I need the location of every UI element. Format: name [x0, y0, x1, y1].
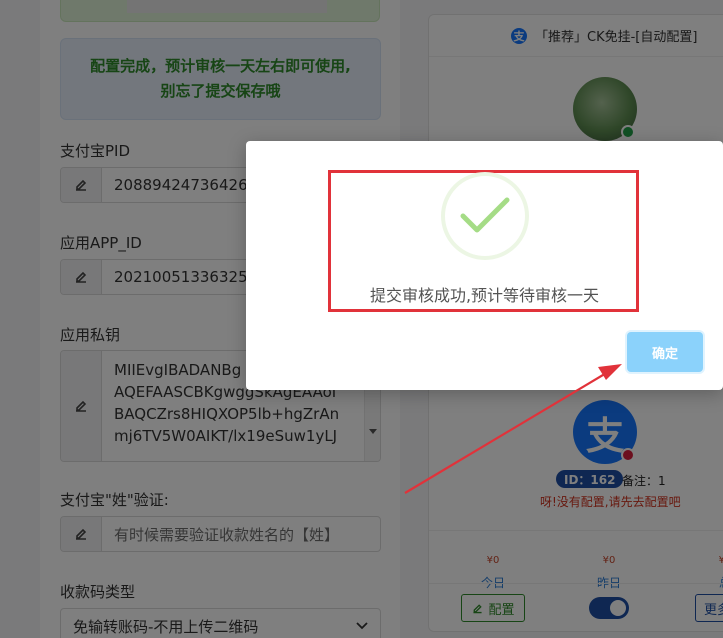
success-check-icon — [441, 172, 529, 260]
dialog-message: 提交审核成功,预计等待审核一天 — [369, 286, 600, 305]
confirm-button[interactable]: 确定 — [627, 332, 703, 372]
success-dialog: 提交审核成功,预计等待审核一天 确定 — [246, 141, 723, 390]
